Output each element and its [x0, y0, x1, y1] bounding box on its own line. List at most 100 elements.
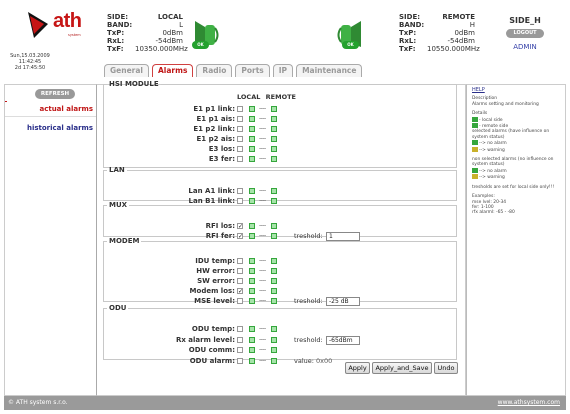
- odu-alarm-value: 0x00: [316, 356, 333, 365]
- alarm-label: E1 p1 link:: [193, 105, 235, 113]
- tab-radio[interactable]: Radio: [196, 64, 233, 77]
- tab-maintenance[interactable]: Maintenance: [296, 64, 363, 77]
- remote-status-icon: [271, 136, 277, 142]
- local-status-icon: [249, 336, 255, 343]
- footer-link[interactable]: www.athsystem.com: [498, 396, 560, 410]
- section-title: ODU: [109, 304, 127, 312]
- help-no-alarm: --> no alarm: [479, 141, 507, 147]
- footer: © ATH system s.r.o. www.athsystem.com: [4, 396, 566, 410]
- alarm-select-checkbox[interactable]: [237, 126, 243, 132]
- status-separator: ----: [259, 222, 266, 229]
- alarm-row: HW error: ----: [104, 267, 454, 276]
- local-status-icon: [249, 258, 255, 264]
- status-separator: ----: [259, 346, 266, 353]
- tab-ports[interactable]: Ports: [235, 64, 270, 77]
- alarm-label: E3 los:: [208, 145, 235, 153]
- remote-status-icon: [271, 347, 277, 353]
- txp-value: 0dBm: [162, 29, 183, 37]
- clock-uptime: 2d 17:45:50: [14, 65, 46, 71]
- local-status-icon: [249, 126, 255, 132]
- section-title: LAN: [109, 166, 125, 174]
- txf-value: 10350.000MHz: [135, 45, 188, 53]
- user-label: ADMIN: [513, 43, 537, 51]
- apply-button[interactable]: Apply: [345, 362, 370, 374]
- alarm-select-checkbox[interactable]: [237, 258, 243, 264]
- alarm-label: IDU temp:: [195, 257, 235, 265]
- tab-alarms[interactable]: Alarms: [152, 64, 194, 77]
- alarm-section-odu: ODU ODU temp: ---- Rx alarm level: ---- tresh…: [103, 304, 457, 365]
- remote-status-badge: OK: [342, 41, 359, 49]
- tab-bar: General Alarms Radio Ports IP Maintenance: [104, 64, 363, 77]
- side-label: SIDE:: [399, 13, 421, 21]
- status-separator: ----: [259, 187, 266, 194]
- alarm-row: E1 p2 ais: ----: [104, 135, 454, 144]
- rxl-label: RxL:: [399, 37, 417, 45]
- remote-status-icon: [271, 278, 277, 284]
- undo-button[interactable]: Undo: [434, 362, 458, 374]
- local-status-icon: [249, 146, 255, 152]
- alarm-select-checkbox[interactable]: [237, 136, 243, 142]
- refresh-button[interactable]: REFRESH: [35, 89, 75, 99]
- txp-label: TxP:: [399, 29, 417, 37]
- nav-item-actual-alarms[interactable]: actual alarms: [5, 102, 97, 117]
- remote-side-info: SIDE: REMOTE BAND: H TxP: 0dBm RxL: -54dBm T…: [399, 13, 480, 53]
- band-label: BAND:: [399, 21, 425, 29]
- col-remote-header: REMOTE: [265, 93, 296, 101]
- logout-button[interactable]: LOGOUT: [506, 29, 544, 38]
- alarm-select-checkbox[interactable]: [237, 146, 243, 152]
- alarm-select-checkbox[interactable]: ✓: [237, 288, 243, 295]
- status-separator: ----: [259, 277, 266, 284]
- alarm-select-checkbox[interactable]: [237, 188, 243, 194]
- local-status-icon: [249, 288, 255, 294]
- local-status-icon: [249, 188, 255, 194]
- alarm-select-checkbox[interactable]: [237, 116, 243, 122]
- side-value: LOCAL: [157, 13, 183, 21]
- side-value: REMOTE: [442, 13, 475, 21]
- alarm-select-checkbox[interactable]: [237, 326, 243, 332]
- logo-swoosh-icon: [28, 12, 48, 38]
- help-warning-2: --> warning: [479, 175, 505, 181]
- alarm-select-checkbox[interactable]: [237, 106, 243, 112]
- alarm-select-checkbox[interactable]: [237, 278, 243, 284]
- alarm-row: E1 p1 link: ----: [104, 105, 454, 114]
- alarm-label: HW error:: [196, 267, 235, 275]
- nav-item-historical-alarms[interactable]: historical alarms: [5, 121, 97, 136]
- alarm-select-checkbox[interactable]: [237, 357, 243, 364]
- alarm-row: E3 los: ----: [104, 145, 454, 154]
- alarm-label: SW error:: [197, 277, 235, 285]
- rxl-label: RxL:: [107, 37, 125, 45]
- alarm-label: Lan A1 link:: [188, 187, 235, 195]
- alarm-select-checkbox[interactable]: [237, 268, 243, 274]
- alarm-select-checkbox[interactable]: [237, 156, 243, 162]
- help-selected-note: selected alarms (have influence on syste…: [472, 129, 550, 140]
- alarm-row: Rx alarm level: ---- treshold: -65dBm: [104, 335, 454, 345]
- remote-status-icon: [271, 188, 277, 194]
- alarm-select-checkbox[interactable]: [237, 347, 243, 353]
- alarm-row: Lan A1 link: ----: [104, 187, 454, 196]
- status-separator: ----: [259, 356, 266, 364]
- remote-status-icon: [271, 268, 277, 274]
- tab-general[interactable]: General: [104, 64, 149, 77]
- help-title[interactable]: HELP: [472, 87, 560, 93]
- tab-ip[interactable]: IP: [272, 64, 294, 77]
- alarm-label: ODU temp:: [191, 325, 235, 333]
- header: ath system Sun,15.03.2009 11:42:45 2d 17…: [0, 0, 570, 84]
- treshold-input[interactable]: -65dBm: [326, 335, 360, 345]
- alarm-label: Modem los:: [189, 287, 235, 295]
- alarm-section-lan: LAN Lan A1 link: ---- Lan B1 link: ----: [103, 166, 457, 205]
- alarm-select-checkbox[interactable]: [237, 336, 243, 343]
- left-nav: REFRESH actual alarms historical alarms: [4, 84, 97, 396]
- alarm-label: E3 fer:: [208, 155, 235, 163]
- help-panel: HELP Description Alarms setting and moni…: [466, 84, 566, 396]
- txp-label: TxP:: [107, 29, 125, 37]
- alarm-label: ODU alarm:: [189, 356, 235, 365]
- apply-and-save-button[interactable]: Apply_and_Save: [372, 362, 432, 374]
- alarm-section-mux: MUX RFI los: ✓ ---- RFI fer: ✓ ---- treshold: 1: [103, 201, 457, 241]
- alarm-select-checkbox[interactable]: ✓: [237, 223, 243, 230]
- remote-status-icon: [271, 126, 277, 132]
- help-example-3: rfx alarml: -65 - -80: [472, 210, 515, 216]
- local-status-icon: [249, 223, 255, 229]
- local-status-icon: [249, 136, 255, 142]
- no-alarm-badge-icon: [472, 167, 478, 173]
- remote-status-icon: [271, 106, 277, 112]
